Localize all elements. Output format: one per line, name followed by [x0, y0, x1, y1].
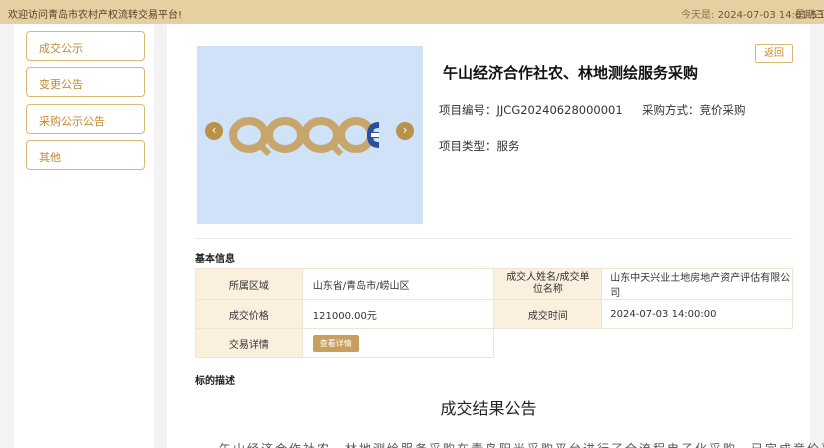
image-carousel: ‹ › — [197, 46, 423, 224]
sidebar-item-change-notice[interactable]: 变更公告 — [26, 67, 145, 97]
time-label: 今天是: — [681, 10, 715, 21]
deal-time-label: 成交时间 — [493, 299, 603, 329]
project-type-line: 项目类型：服务 — [439, 138, 520, 154]
carousel-prev-button[interactable]: ‹ — [205, 122, 223, 140]
trade-detail-label: 交易详情 — [195, 328, 303, 358]
table-row: 所属区域 山东省/青岛市/崂山区 成交人姓名/成交单位名称 山东中天兴业土地房地… — [195, 268, 793, 300]
purchase-method-label: 采购方式： — [641, 103, 700, 117]
announcement-body: 午山经济合作社农、林地测绘服务采购在青岛阳光采购平台进行了全流程电子化采购，已完… — [219, 440, 824, 448]
sidebar-item-procurement-notice[interactable]: 采购公示公告 — [26, 104, 145, 134]
sidebar-item-deal-publicity[interactable]: 成交公示 — [26, 31, 145, 61]
project-title: 午山经济合作社农、林地测绘服务采购 — [443, 64, 699, 82]
deal-time-value: 2024-07-03 14:00:00 — [601, 299, 793, 329]
table-row: 成交价格 121000.00元 成交时间 2024-07-03 14:00:00 — [195, 299, 793, 329]
basic-info-heading: 基本信息 — [195, 254, 235, 265]
winner-label: 成交人姓名/成交单位名称 — [493, 268, 603, 300]
sidebar: 成交公示 变更公告 采购公示公告 其他 — [14, 24, 154, 448]
project-no-label: 项目编号： — [439, 103, 497, 117]
main-content: ‹ › 返回 午山经济合作社农、林地测绘服务采购 项目编号：JJCG202406… — [167, 24, 824, 448]
winner-value: 山东中天兴业土地房地产资产评估有限公司 — [601, 268, 793, 300]
region-value: 山东省/青岛市/崂山区 — [301, 268, 495, 300]
description-heading: 标的描述 — [195, 376, 235, 387]
price-label: 成交价格 — [195, 299, 303, 329]
table-row: 交易详情 查看详情 — [195, 328, 793, 358]
project-no-value: JJCG20240628000001 — [496, 103, 623, 117]
price-value: 121000.00元 — [301, 299, 495, 329]
empty-cell — [494, 329, 602, 358]
view-details-button[interactable]: 查看详情 — [312, 334, 359, 352]
top-bar: 欢迎访问青岛市农村产权流转交易平台! 今天是: 2024-07-03 14:01… — [0, 0, 824, 24]
project-logo — [229, 117, 379, 157]
project-type-value: 服务 — [496, 139, 520, 153]
project-meta-line: 项目编号：JJCG20240628000001 采购方式：竞价采购 — [439, 102, 745, 118]
weekday: 星期三 — [795, 10, 824, 21]
trade-detail-cell: 查看详情 — [301, 328, 495, 358]
basic-info-table: 所属区域 山东省/青岛市/崂山区 成交人姓名/成交单位名称 山东中天兴业土地房地… — [195, 268, 793, 358]
divider — [195, 238, 793, 239]
region-label: 所属区域 — [195, 268, 303, 300]
carousel-next-button[interactable]: › — [396, 122, 414, 140]
welcome-text: 欢迎访问青岛市农村产权流转交易平台! — [8, 10, 183, 21]
project-type-label: 项目类型： — [439, 139, 497, 153]
return-button[interactable]: 返回 — [755, 44, 793, 63]
purchase-method-value: 竞价采购 — [699, 103, 746, 117]
sidebar-item-other[interactable]: 其他 — [26, 140, 145, 170]
result-announcement-title: 成交结果公告 — [440, 399, 537, 418]
empty-cell — [602, 329, 793, 358]
